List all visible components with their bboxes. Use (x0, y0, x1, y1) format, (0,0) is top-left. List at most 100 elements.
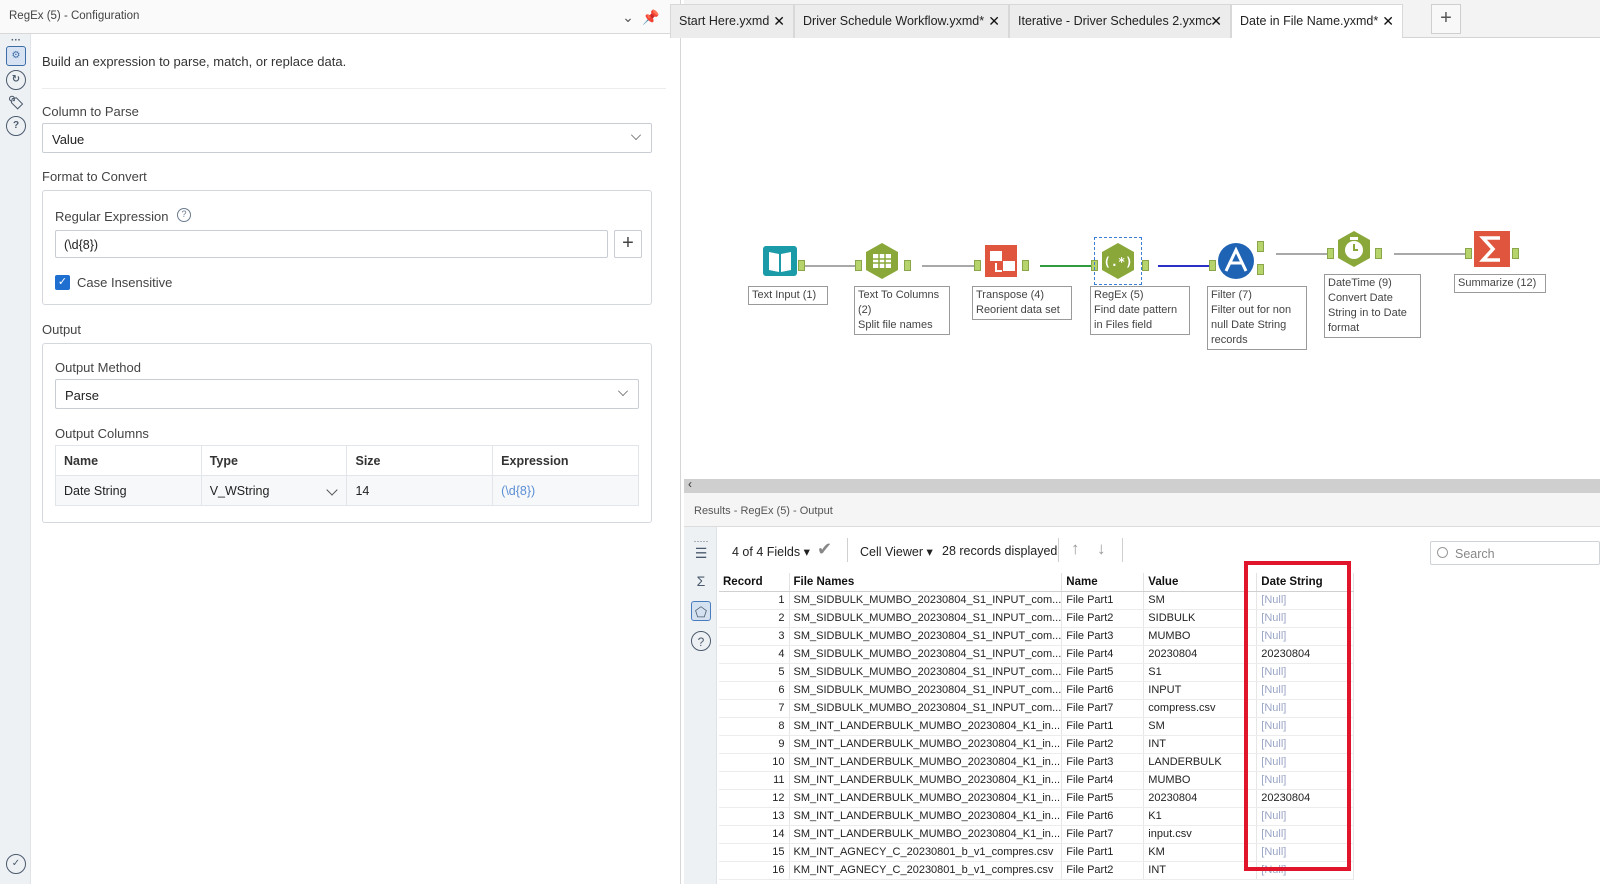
cell-file-names[interactable]: SM_SIDBULK_MUMBO_20230804_S1_INPUT_com..… (789, 609, 1063, 628)
column-header-record[interactable]: Record (719, 573, 790, 592)
cell-value[interactable]: MUMBO (1143, 771, 1258, 790)
cell-name[interactable]: File Part6 (1061, 681, 1145, 700)
cell-record[interactable]: 10 (719, 753, 790, 772)
cell-name[interactable]: File Part7 (1061, 699, 1145, 718)
cell-value[interactable]: MUMBO (1143, 627, 1258, 646)
cell-value[interactable]: SIDBULK (1143, 609, 1258, 628)
fields-dropdown[interactable]: 4 of 4 Fields ▾ (732, 544, 810, 559)
output-method-select[interactable]: Parse (55, 379, 639, 409)
canvas-scrollbar[interactable]: ‹ (684, 477, 1600, 493)
cell-name[interactable]: File Part1 (1061, 717, 1145, 736)
datetime-tool[interactable] (1334, 229, 1374, 269)
cell-file-names[interactable]: SM_INT_LANDERBULK_MUMBO_20230804_K1_in..… (789, 717, 1063, 736)
tag-icon[interactable]: 🏷 (6, 94, 26, 114)
cell-record[interactable]: 3 (719, 627, 790, 646)
cell-file-names[interactable]: SM_SIDBULK_MUMBO_20230804_S1_INPUT_com..… (789, 627, 1063, 646)
input-anchor[interactable] (1209, 260, 1216, 271)
text-to-columns-tool[interactable] (862, 241, 902, 281)
regex-input[interactable]: (\d{8}) (55, 230, 608, 258)
output-column-type[interactable]: V_WString (200, 475, 348, 506)
add-expression-button[interactable]: + (614, 230, 642, 258)
close-icon[interactable]: ✕ (1210, 13, 1222, 30)
tag-icon[interactable]: ⬠ (691, 601, 711, 621)
cell-value[interactable]: KM (1143, 843, 1258, 862)
workflow-canvas[interactable]: (.*) Text Input (1) Text To Columns (2) … (684, 38, 1600, 479)
cell-file-names[interactable]: SM_INT_LANDERBULK_MUMBO_20230804_K1_in..… (789, 771, 1063, 790)
output-column-name[interactable]: Date String (55, 475, 202, 506)
cell-record[interactable]: 8 (719, 717, 790, 736)
tab-start-here[interactable]: Start Here.yxmd ✕ (670, 4, 794, 38)
cell-file-names[interactable]: SM_SIDBULK_MUMBO_20230804_S1_INPUT_com..… (789, 663, 1063, 682)
cell-file-names[interactable]: SM_INT_LANDERBULK_MUMBO_20230804_K1_in..… (789, 753, 1063, 772)
cell-record[interactable]: 6 (719, 681, 790, 700)
cell-file-names[interactable]: SM_SIDBULK_MUMBO_20230804_S1_INPUT_com..… (789, 645, 1063, 664)
tab-driver-schedule[interactable]: Driver Schedule Workflow.yxmd* ✕ (794, 4, 1009, 38)
cell-file-names[interactable]: SM_INT_LANDERBULK_MUMBO_20230804_K1_in..… (789, 789, 1063, 808)
column-header-name[interactable]: Name (1061, 573, 1145, 592)
help-icon[interactable]: ? (177, 208, 191, 222)
cell-value[interactable]: INT (1143, 861, 1258, 880)
arrow-down-icon[interactable]: ↓ (1097, 539, 1106, 559)
add-tab-button[interactable]: + (1431, 4, 1461, 34)
column-header-file-names[interactable]: File Names (789, 573, 1063, 592)
cell-value[interactable]: LANDERBULK (1143, 753, 1258, 772)
cell-file-names[interactable]: SM_SIDBULK_MUMBO_20230804_S1_INPUT_com..… (789, 681, 1063, 700)
cell-name[interactable]: File Part3 (1061, 627, 1145, 646)
output-anchor[interactable] (1512, 248, 1519, 259)
transpose-tool[interactable] (981, 241, 1021, 281)
cell-value[interactable]: 20230804 (1143, 645, 1258, 664)
input-anchor[interactable] (855, 260, 862, 271)
output-anchor[interactable] (798, 260, 805, 271)
cell-file-names[interactable]: KM_INT_AGNECY_C_20230801_b_v1_compres.cs… (789, 861, 1063, 880)
arrow-up-icon[interactable]: ↑ (1071, 539, 1080, 559)
output-column-size[interactable]: 14 (346, 475, 494, 506)
apply-check-icon[interactable]: ✔ (817, 539, 832, 560)
cell-name[interactable]: File Part7 (1061, 825, 1145, 844)
tab-iterative[interactable]: Iterative - Driver Schedules 2.yxmc ✕ (1009, 4, 1231, 38)
cell-name[interactable]: File Part5 (1061, 663, 1145, 682)
output-anchor[interactable] (904, 260, 911, 271)
check-circle-icon[interactable]: ✓ (6, 854, 26, 874)
pin-icon[interactable]: 📌 (642, 8, 660, 26)
cell-record[interactable]: 2 (719, 609, 790, 628)
cell-value[interactable]: compress.csv (1143, 699, 1258, 718)
cell-name[interactable]: File Part6 (1061, 807, 1145, 826)
input-anchor[interactable] (1327, 248, 1334, 259)
filter-tool[interactable] (1216, 241, 1256, 281)
column-header-value[interactable]: Value (1143, 573, 1258, 592)
cell-record[interactable]: 7 (719, 699, 790, 718)
cell-record[interactable]: 11 (719, 771, 790, 790)
results-search-input[interactable]: Search (1430, 541, 1600, 565)
input-anchor[interactable] (1465, 248, 1472, 259)
cell-record[interactable]: 1 (719, 591, 790, 610)
cell-name[interactable]: File Part4 (1061, 771, 1145, 790)
cell-value[interactable]: S1 (1143, 663, 1258, 682)
help-icon[interactable]: ? (6, 116, 26, 136)
cell-value[interactable]: 20230804 (1143, 789, 1258, 808)
column-to-parse-select[interactable]: Value (42, 123, 652, 153)
cell-record[interactable]: 12 (719, 789, 790, 808)
close-icon[interactable]: ✕ (1382, 13, 1394, 30)
output-anchor[interactable] (1375, 248, 1382, 259)
false-anchor[interactable] (1257, 264, 1264, 275)
text-input-tool[interactable] (760, 241, 800, 281)
cell-name[interactable]: File Part4 (1061, 645, 1145, 664)
output-anchor[interactable] (1022, 260, 1029, 271)
cell-value[interactable]: SM (1143, 591, 1258, 610)
cell-record[interactable]: 9 (719, 735, 790, 754)
cell-record[interactable]: 4 (719, 645, 790, 664)
cell-name[interactable]: File Part3 (1061, 753, 1145, 772)
summarize-tool[interactable] (1472, 229, 1512, 269)
chevron-down-icon[interactable]: ⌄ (619, 8, 637, 26)
cell-file-names[interactable]: SM_INT_LANDERBULK_MUMBO_20230804_K1_in..… (789, 825, 1063, 844)
cell-value[interactable]: INPUT (1143, 681, 1258, 700)
tab-date-in-file-name[interactable]: Date in File Name.yxmd* ✕ (1231, 4, 1403, 39)
output-anchor[interactable] (1142, 260, 1149, 271)
cell-value[interactable]: INT (1143, 735, 1258, 754)
cell-record[interactable]: 16 (719, 861, 790, 880)
cell-value[interactable]: SM (1143, 717, 1258, 736)
cell-file-names[interactable]: SM_INT_LANDERBULK_MUMBO_20230804_K1_in..… (789, 807, 1063, 826)
case-insensitive-checkbox[interactable]: ✓ (55, 275, 70, 290)
close-icon[interactable]: ✕ (773, 13, 785, 30)
sigma-icon[interactable]: Σ (691, 571, 711, 591)
